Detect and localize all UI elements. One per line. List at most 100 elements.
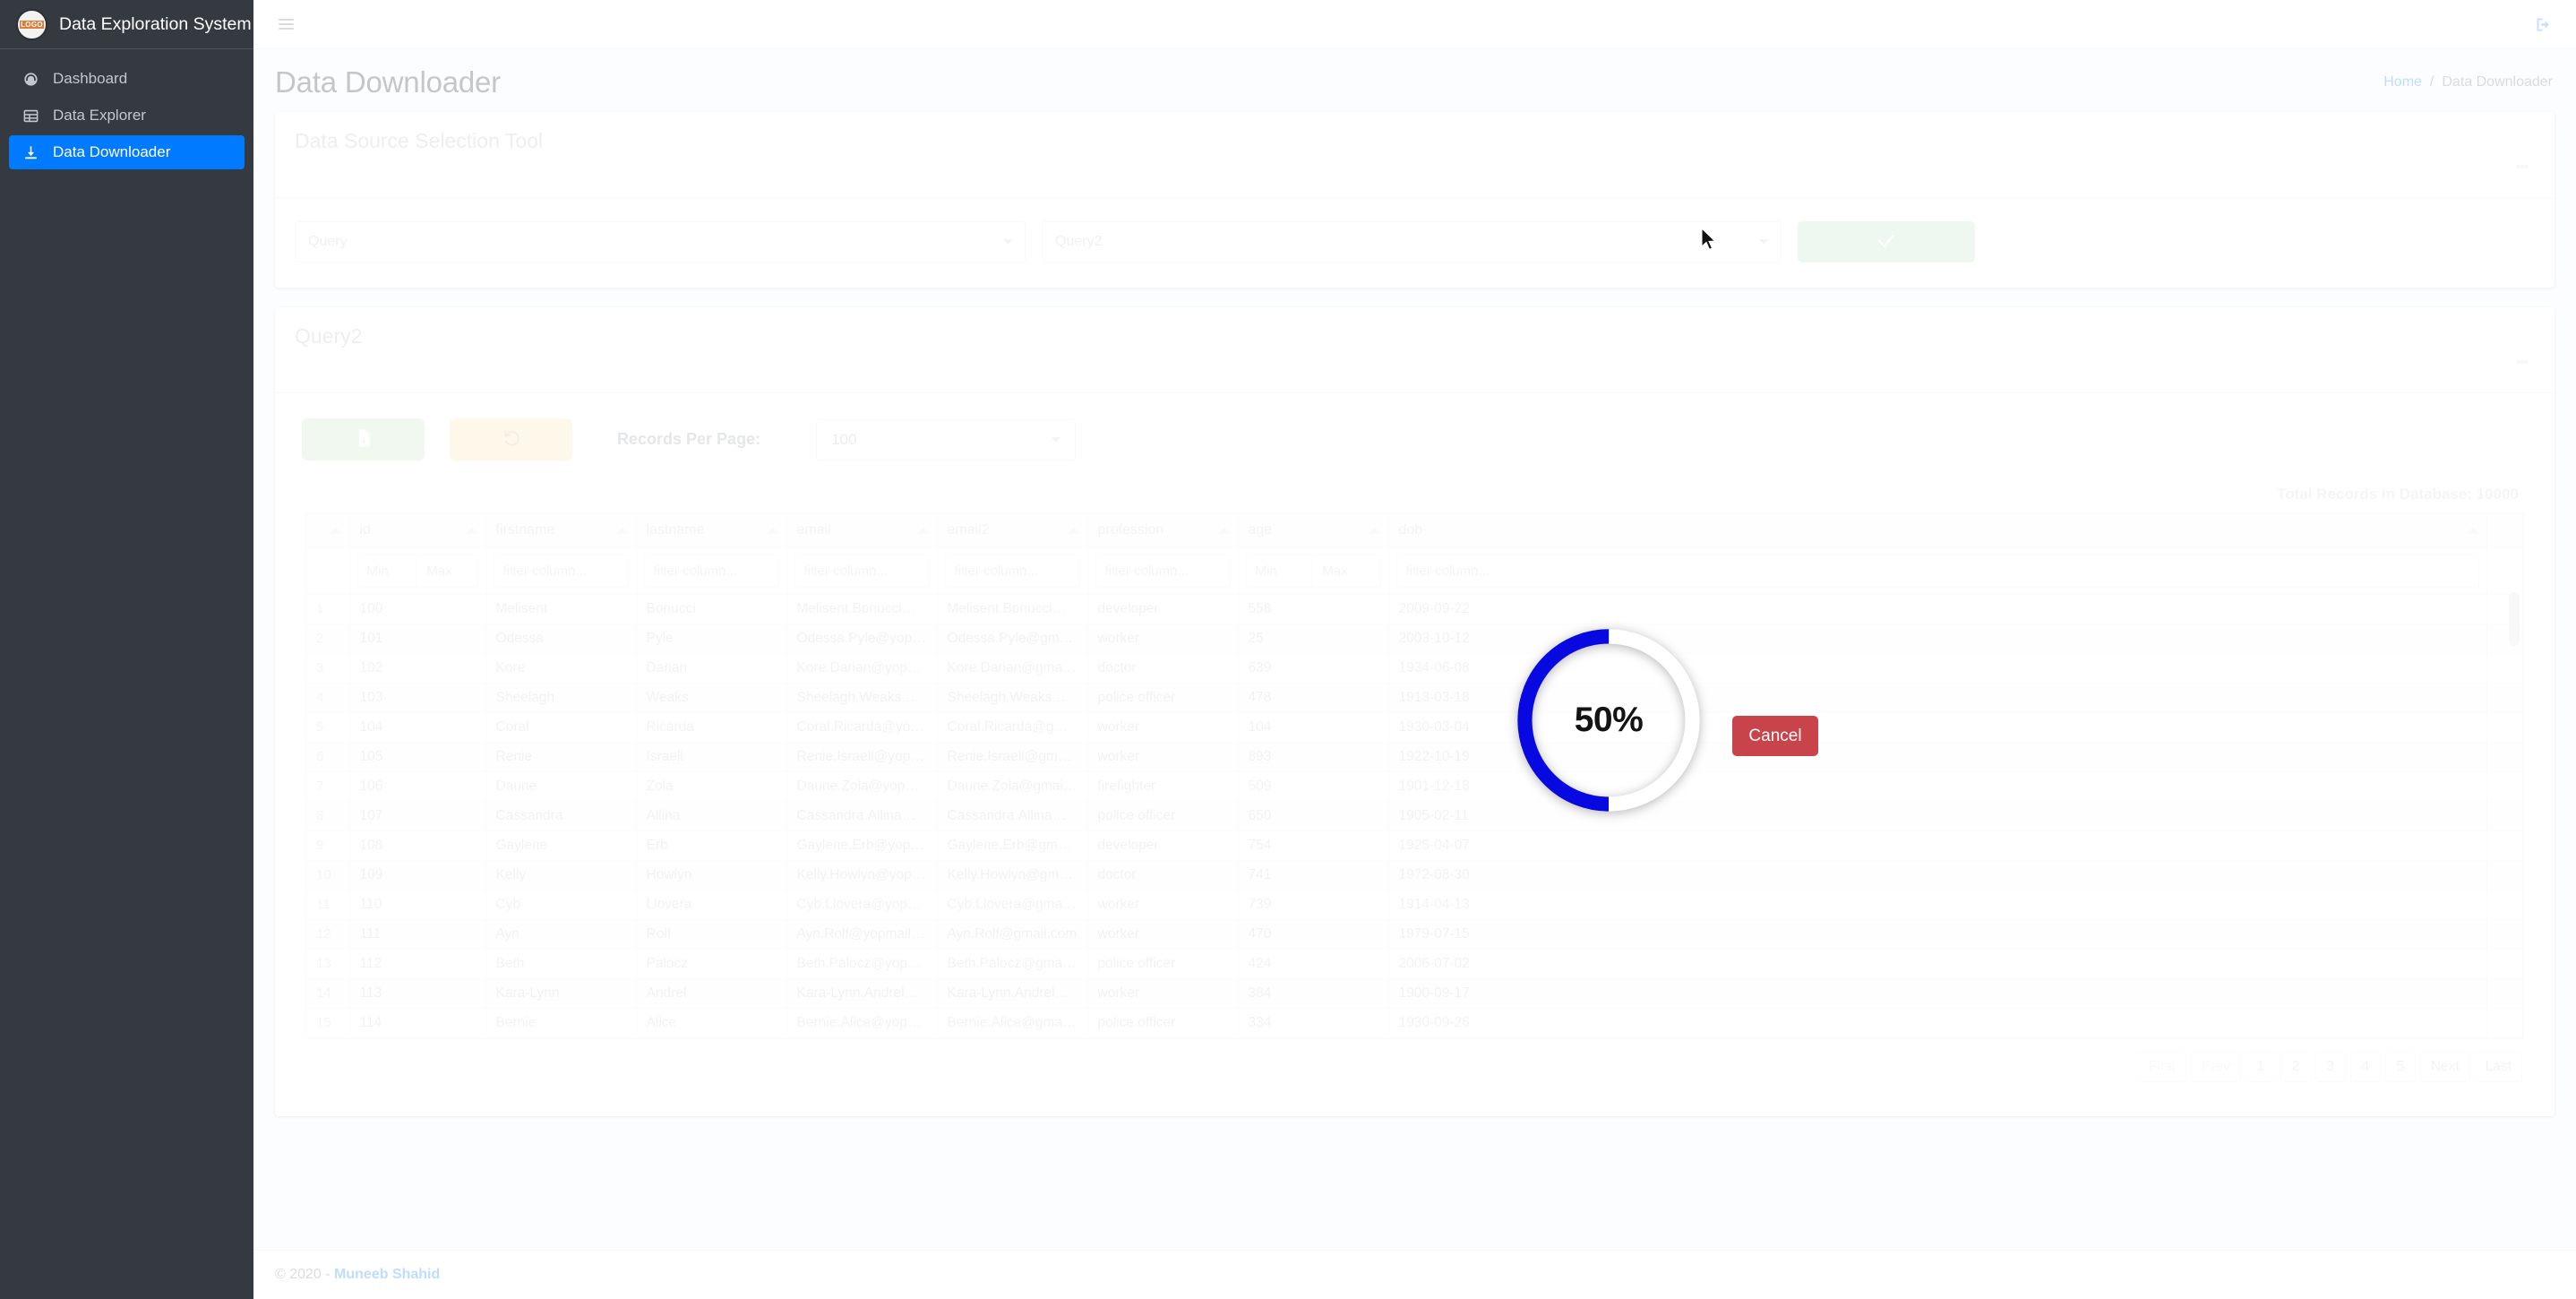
- sort-icon[interactable]: [2468, 527, 2478, 534]
- pagination-button-5[interactable]: 5: [2384, 1051, 2416, 1082]
- data-table: id firstname lastname email email2 profe…: [306, 513, 2523, 1038]
- email2-filter-input[interactable]: [944, 554, 1080, 588]
- pagination-button-last[interactable]: Last: [2474, 1051, 2522, 1082]
- column-header-age[interactable]: age: [1238, 513, 1389, 548]
- table-row[interactable]: 15 114 Bernie Alice Bernie.Alice@yopm... Bern…: [306, 1008, 2523, 1038]
- sort-icon[interactable]: [767, 527, 778, 534]
- table-row[interactable]: 3 102 Kore Darian Kore.Darian@yopm... Kore.Da…: [306, 653, 2523, 684]
- query-select-value: Query: [308, 234, 348, 249]
- pagination-button-4[interactable]: 4: [2349, 1051, 2381, 1082]
- cell-id: 110: [349, 890, 486, 920]
- query2-select[interactable]: Query2: [1042, 221, 1782, 262]
- hamburger-icon[interactable]: [275, 15, 297, 33]
- minus-icon[interactable]: [2510, 349, 2535, 374]
- sort-icon[interactable]: [466, 527, 477, 534]
- cell-email2: Daune.Zola@gmail....: [937, 771, 1088, 802]
- cell-lastname: Darian: [636, 653, 787, 684]
- sort-icon[interactable]: [330, 527, 341, 534]
- confirm-query-button[interactable]: [1798, 221, 1975, 262]
- table-row[interactable]: 5 104 Coral Ricarda Coral.Ricarda@yop... Cora…: [306, 712, 2523, 743]
- column-header-firstname[interactable]: firstname: [485, 513, 637, 548]
- pagination-button-2[interactable]: 2: [2280, 1051, 2311, 1082]
- filter-cell-email2: [937, 547, 1088, 595]
- sort-icon[interactable]: [616, 527, 628, 534]
- table-vertical-scrollbar[interactable]: [2509, 587, 2520, 1035]
- sign-out-icon[interactable]: [2534, 15, 2553, 34]
- cell-firstname: Cyb: [485, 890, 637, 920]
- column-header-profession[interactable]: profession: [1087, 513, 1239, 548]
- sort-icon[interactable]: [1369, 527, 1380, 534]
- cell-profession: worker: [1087, 890, 1239, 920]
- query-select[interactable]: Query: [295, 221, 1026, 262]
- filter-cell-lastname: [636, 547, 787, 595]
- email-filter-input[interactable]: [794, 554, 930, 588]
- cell-age: 754: [1238, 830, 1389, 861]
- sidebar-item-data-downloader[interactable]: Data Downloader: [9, 135, 245, 169]
- cell-profession: worker: [1087, 978, 1239, 1009]
- download-file-button[interactable]: [302, 418, 425, 460]
- age-min-filter-input[interactable]: [1245, 554, 1314, 588]
- row-number-cell: 2: [306, 624, 350, 654]
- sort-icon[interactable]: [917, 527, 929, 534]
- minus-icon[interactable]: [2510, 154, 2535, 179]
- cell-firstname: Odessa: [485, 624, 637, 654]
- records-per-page-select[interactable]: 100: [816, 418, 1077, 460]
- table-row[interactable]: 1 100 Melisent Bonucci Melisent.Bonucci@... M…: [306, 594, 2523, 624]
- cell-email: Sheelagh.Weaks@y...: [786, 683, 938, 713]
- profession-filter-input[interactable]: [1095, 554, 1231, 588]
- sort-icon[interactable]: [1068, 527, 1079, 534]
- table-row[interactable]: 2 101 Odessa Pyle Odessa.Pyle@yopm... Odessa.…: [306, 624, 2523, 654]
- cell-email2: Coral.Ricarda@gma...: [937, 712, 1088, 743]
- table-row[interactable]: 11 110 Cyb Llovera Cyb.Llovera@yopm... Cyb.Ll…: [306, 890, 2523, 920]
- cell-firstname: Cassandra: [485, 801, 637, 831]
- download-progress-indicator: 50%: [1512, 624, 1705, 817]
- cell-id: 111: [349, 919, 486, 950]
- cell-email2: Bernie.Alice@gmail...: [937, 1008, 1088, 1038]
- table-row[interactable]: 10 109 Kelly Howlyn Kelly.Howlyn@yopm... Kell…: [306, 860, 2523, 890]
- lastname-filter-input[interactable]: [643, 554, 779, 588]
- pagination-button-3[interactable]: 3: [2314, 1051, 2346, 1082]
- row-number-header: [306, 513, 350, 548]
- table-row[interactable]: 4 103 Sheelagh Weaks Sheelagh.Weaks@y... Shee…: [306, 683, 2523, 713]
- cell-id: 100: [349, 594, 486, 624]
- sidebar-item-data-explorer[interactable]: Data Explorer: [9, 99, 245, 133]
- table-row[interactable]: 13 112 Beth Palocz Beth.Palocz@yopm... Beth.P…: [306, 949, 2523, 979]
- column-header-lastname[interactable]: lastname: [636, 513, 787, 548]
- filter-cell-profession: [1087, 547, 1239, 595]
- table-row[interactable]: 8 107 Cassandra Allina Cassandra.Allina@y...…: [306, 801, 2523, 831]
- pagination-button-next[interactable]: Next: [2419, 1051, 2470, 1082]
- id-max-filter-input[interactable]: [417, 554, 478, 588]
- sidebar-item-label: Dashboard: [53, 70, 128, 87]
- query2-select-value: Query2: [1055, 234, 1103, 249]
- age-max-filter-input[interactable]: [1313, 554, 1381, 588]
- pagination-button-1[interactable]: 1: [2245, 1051, 2276, 1082]
- column-header-email2[interactable]: email2: [937, 513, 1088, 548]
- brand-header[interactable]: LOGO Data Exploration System: [0, 0, 253, 49]
- dob-filter-input[interactable]: [1395, 554, 2479, 588]
- footer-author-link[interactable]: Muneeb Shahid: [334, 1267, 440, 1282]
- cell-lastname: Zola: [636, 771, 787, 802]
- column-header-email[interactable]: email: [786, 513, 938, 548]
- table-row[interactable]: 6 105 Renie Israeli Renie.Israeli@yopm... Ren…: [306, 742, 2523, 772]
- table-row[interactable]: 9 108 Gaylene Erb Gaylene.Erb@yopm... Gaylene…: [306, 830, 2523, 861]
- cell-profession: police officer: [1087, 683, 1239, 713]
- sidebar-item-dashboard[interactable]: Dashboard: [9, 62, 245, 96]
- table-row[interactable]: 14 113 Kara-Lynn Andrel Kara-Lynn.Andrel@...…: [306, 978, 2523, 1009]
- table-scrollbar-thumb[interactable]: [2509, 592, 2520, 646]
- row-number-cell: 3: [306, 653, 350, 684]
- column-header-dob[interactable]: dob: [1388, 513, 2487, 548]
- column-header-id[interactable]: id: [349, 513, 486, 548]
- cancel-download-button[interactable]: Cancel: [1732, 716, 1818, 756]
- table-row[interactable]: 12 111 Ayn Rolf Ayn.Rolf@yopmail.c... Ayn.Rol…: [306, 919, 2523, 950]
- firstname-filter-input[interactable]: [493, 554, 629, 588]
- table-row[interactable]: 7 106 Daune Zola Daune.Zola@yopma... Daune.Zo…: [306, 771, 2523, 802]
- id-min-filter-input[interactable]: [356, 554, 418, 588]
- reset-button[interactable]: [450, 418, 572, 460]
- cell-firstname: Bernie: [485, 1008, 637, 1038]
- main-area: Data Downloader Home / Data Downloader D…: [253, 0, 2576, 1299]
- cell-age: 384: [1238, 978, 1389, 1009]
- cell-age: 424: [1238, 949, 1389, 979]
- cell-profession: firefighter: [1087, 771, 1239, 802]
- sort-icon[interactable]: [1218, 527, 1230, 534]
- breadcrumb-home-link[interactable]: Home: [2383, 74, 2422, 90]
